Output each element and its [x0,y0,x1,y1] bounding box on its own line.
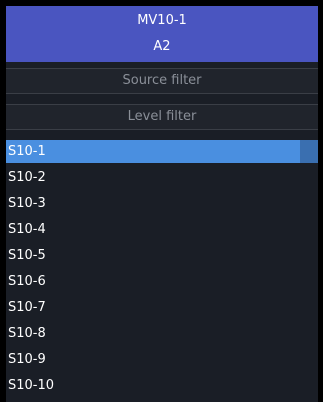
scrollbar-thumb[interactable] [300,140,318,163]
source-list-item[interactable]: S10-10 [6,374,318,397]
source-list-item[interactable]: S10-2 [6,166,318,189]
destination-subtitle: A2 [153,39,171,54]
source-list-item[interactable]: S10-1 [6,140,318,163]
source-list-item[interactable]: S10-5 [6,244,318,267]
source-filter-input[interactable]: Source filter [6,68,318,94]
source-list-item[interactable]: S10-6 [6,270,318,293]
source-list-item[interactable]: S10-8 [6,322,318,345]
source-list-item[interactable]: S10-4 [6,218,318,241]
destination-title: MV10-1 [137,13,187,28]
router-panel: MV10-1 A2 Source filter Level filter S10… [6,6,318,402]
source-list-item[interactable]: S10-9 [6,348,318,371]
level-filter-input[interactable]: Level filter [6,104,318,130]
source-list-item[interactable]: S10-3 [6,192,318,215]
source-list: S10-1 S10-2 S10-3 S10-4 S10-5 S10-6 S10-… [6,140,318,402]
destination-header: MV10-1 A2 [6,6,318,62]
source-list-item[interactable]: S10-7 [6,296,318,319]
